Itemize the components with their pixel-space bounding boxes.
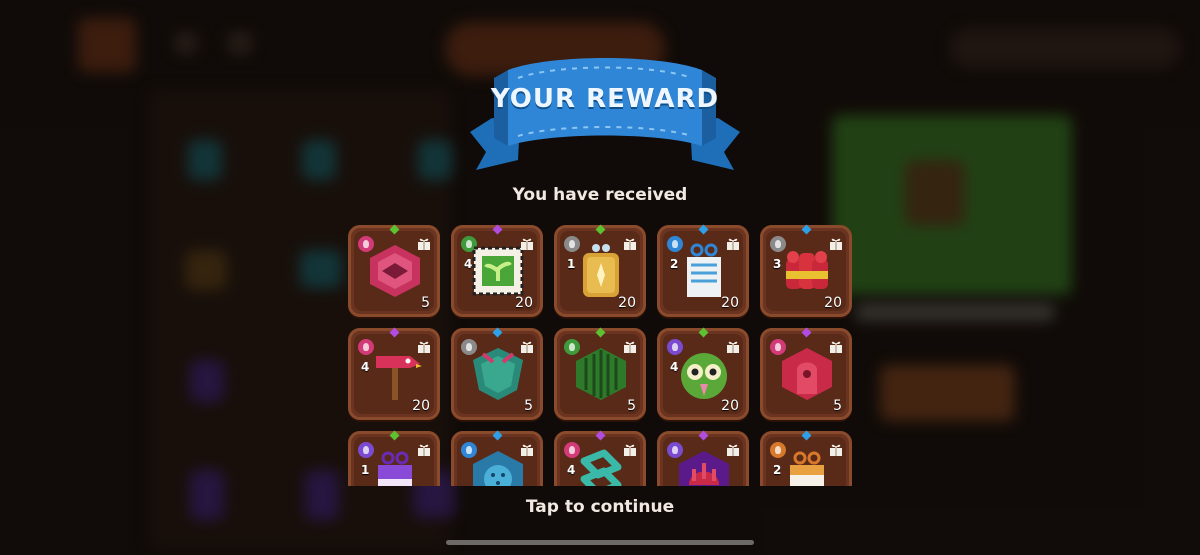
reward-card-pattern-ticket[interactable]: 2 20 (657, 224, 749, 317)
item-level: 4 (670, 360, 679, 374)
reward-card-teal-shield-badge[interactable]: 5 (451, 327, 543, 420)
owl-mask-icon (681, 353, 727, 399)
gift-icon (830, 444, 842, 456)
gift-icon (521, 238, 533, 250)
gold-tag-icon (583, 244, 619, 297)
item-level: 2 (773, 463, 782, 477)
item-count: 5 (627, 398, 636, 414)
item-level: 3 (773, 257, 782, 271)
reward-card-purple-bow-ticket[interactable]: 1 (348, 430, 440, 486)
gift-icon (727, 444, 739, 456)
reward-card-owl-mask[interactable]: 4 20 (657, 327, 749, 420)
home-indicator[interactable] (446, 540, 754, 545)
reward-banner: YOUR REWARD (470, 48, 740, 178)
pattern-ticket-icon (687, 243, 721, 297)
red-firecrackers-icon (786, 251, 828, 289)
reward-grid-viewport[interactable]: 5 4 20 1 20 2 20 3 20 4 20 5 5 4 20 5 1 4 2 (340, 218, 860, 486)
gift-icon (830, 341, 842, 353)
gift-icon (624, 444, 636, 456)
purple-crest-hex-icon (679, 451, 729, 486)
item-count: 20 (721, 398, 739, 414)
gift-icon (624, 341, 636, 353)
reward-card-red-firecrackers[interactable]: 3 20 (760, 224, 852, 317)
tap-to-continue[interactable]: Tap to continue (0, 497, 1200, 517)
blue-spiked-hex-icon (473, 451, 523, 486)
received-label: You have received (512, 185, 688, 205)
item-level: 1 (567, 257, 576, 271)
orange-bow-ticket-icon (790, 451, 824, 486)
item-count: 5 (524, 398, 533, 414)
item-count: 20 (618, 295, 636, 311)
item-count: 20 (824, 295, 842, 311)
reward-card-teal-knot[interactable]: 4 (554, 430, 646, 486)
item-count: 20 (721, 295, 739, 311)
gift-icon (418, 341, 430, 353)
reward-card-purple-crest-hex[interactable] (657, 430, 749, 486)
reward-card-watermelon-hex[interactable]: 5 (554, 327, 646, 420)
reward-card-sprout-stamp[interactable]: 4 20 (451, 224, 543, 317)
reward-card-orange-bow-ticket[interactable]: 2 (760, 430, 852, 486)
teal-knot-icon (580, 449, 622, 486)
teal-shield-badge-icon (473, 348, 523, 400)
red-door-hex-icon (782, 348, 832, 400)
reward-card-bird-hammer[interactable]: 4 20 (348, 327, 440, 420)
reward-card-gold-tag[interactable]: 1 20 (554, 224, 646, 317)
gift-icon (727, 238, 739, 250)
item-level: 4 (361, 360, 370, 374)
gift-icon (727, 341, 739, 353)
item-count: 5 (833, 398, 842, 414)
gift-icon (624, 238, 636, 250)
item-level: 4 (464, 257, 473, 271)
item-count: 20 (412, 398, 430, 414)
gift-icon (418, 444, 430, 456)
sprout-stamp-icon (472, 246, 524, 296)
item-level: 4 (567, 463, 576, 477)
pink-hex-badge-icon (370, 245, 420, 297)
reward-card-blue-spiked-hex[interactable] (451, 430, 543, 486)
purple-bow-ticket-icon (378, 451, 412, 486)
item-count: 20 (515, 295, 533, 311)
reward-title: YOUR REWARD (490, 84, 720, 114)
gift-icon (521, 341, 533, 353)
reward-card-pink-hex-badge[interactable]: 5 (348, 224, 440, 317)
item-level: 1 (361, 463, 370, 477)
item-count: 5 (421, 295, 430, 311)
bird-hammer-icon (376, 356, 422, 400)
gift-icon (830, 238, 842, 250)
reward-grid: 5 4 20 1 20 2 20 3 20 4 20 5 5 4 20 5 1 4 2 (348, 224, 852, 486)
reward-card-red-door-hex[interactable]: 5 (760, 327, 852, 420)
gift-icon (521, 444, 533, 456)
item-level: 2 (670, 257, 679, 271)
watermelon-hex-icon (576, 348, 626, 400)
gift-icon (418, 238, 430, 250)
